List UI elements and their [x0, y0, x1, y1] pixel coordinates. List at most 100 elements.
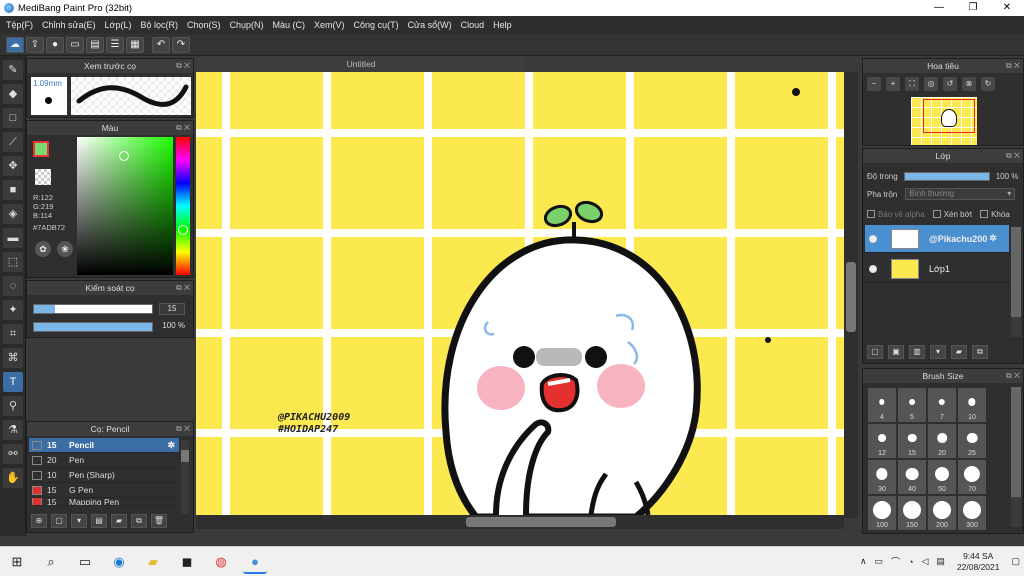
brush-size-option-300[interactable]: 300 [958, 496, 986, 530]
select-rect-icon[interactable]: ⬚ [3, 252, 23, 272]
layer-opacity-slider[interactable] [903, 171, 990, 181]
delete-icon[interactable]: 🗑 [151, 514, 167, 528]
duplicate-icon[interactable]: ⧉ [972, 345, 988, 359]
visibility-eye-icon[interactable] [869, 234, 877, 243]
brush-opacity-slider[interactable] [33, 322, 153, 332]
brush-size-option-5[interactable]: 5 [898, 388, 926, 422]
chrome-icon[interactable]: ◍ [209, 550, 233, 574]
drawing-canvas[interactable]: @PIKACHU2009 #HOIDAP247 [196, 72, 844, 515]
canvas-vertical-scrollbar[interactable] [844, 72, 858, 518]
taskbar-clock[interactable]: 9:44 SA 22/08/2021 [957, 551, 1000, 573]
brush-size-option-30[interactable]: 30 [868, 460, 896, 494]
magic-wand-icon[interactable]: ✦ [3, 300, 23, 320]
fit-icon[interactable]: ⛶ [905, 77, 919, 91]
brush-size-option-70[interactable]: 70 [958, 460, 986, 494]
layer-scrollbar[interactable] [1011, 227, 1021, 337]
brush-size-option-4[interactable]: 4 [868, 388, 896, 422]
foreground-color-swatch[interactable] [33, 141, 49, 157]
folder-icon[interactable]: ▰ [111, 514, 127, 528]
hue-slider[interactable] [176, 137, 190, 275]
undo-icon[interactable]: ↶ [152, 36, 170, 53]
brush-size-slider[interactable] [33, 304, 153, 314]
battery-icon[interactable]: ▭ [875, 556, 884, 567]
scrollbar-thumb[interactable] [466, 517, 616, 527]
scrollbar-thumb[interactable] [1011, 227, 1021, 317]
menu-color[interactable]: Màu (C) [271, 20, 313, 30]
panel-float-icon[interactable]: ⧉ ✕ [176, 59, 190, 73]
comment-icon[interactable]: ● [46, 36, 64, 53]
panel-float-icon[interactable]: ⧉ ✕ [1006, 149, 1020, 163]
panel-float-icon[interactable]: ⧉ ✕ [176, 422, 190, 436]
store-icon[interactable]: ◼ [175, 550, 199, 574]
rotate-left-icon[interactable]: ↺ [943, 77, 957, 91]
layer-item-layer1[interactable]: Lớp1 [865, 255, 1009, 283]
hand-tool-icon[interactable]: ✋ [3, 468, 23, 488]
new-halftone-layer-icon[interactable]: ▥ [909, 345, 925, 359]
scrollbar-thumb[interactable] [1011, 387, 1021, 497]
task-view-icon[interactable]: ▭ [73, 550, 97, 574]
notification-icon[interactable]: ▢ [1011, 556, 1020, 567]
volume-icon[interactable]: ◁ [922, 556, 929, 567]
menu-edit[interactable]: Chỉnh sửa(E) [40, 20, 103, 30]
list-icon[interactable]: ☰ [106, 36, 124, 53]
brush-size-option-200[interactable]: 200 [928, 496, 956, 530]
page-icon[interactable]: ▤ [86, 36, 104, 53]
brush-settings-icon[interactable]: ▤ [91, 514, 107, 528]
zoom-actual-icon[interactable]: ◎ [924, 77, 938, 91]
zoom-in-icon[interactable]: + [886, 77, 900, 91]
chevron-up-icon[interactable]: ∧ [860, 556, 867, 567]
add-layer-menu-icon[interactable]: ▾ [930, 345, 946, 359]
clipping-checkbox[interactable] [932, 210, 941, 218]
minimize-button[interactable]: — [922, 0, 956, 16]
lasso-icon[interactable]: ◌ [3, 276, 23, 296]
brush-size-option-10[interactable]: 10 [958, 388, 986, 422]
redo-icon[interactable]: ↷ [172, 36, 190, 53]
menu-view[interactable]: Xem(V) [312, 20, 352, 30]
lock-checkbox[interactable] [980, 210, 989, 218]
folder-icon[interactable]: ▰ [951, 345, 967, 359]
brush-item-pencil[interactable]: 15 Pencil ✲ [29, 438, 179, 453]
brush-item-g-pen[interactable]: 15 G Pen [29, 483, 179, 498]
shape-tool-icon[interactable]: □ [3, 108, 23, 128]
navigator-viewport[interactable] [923, 99, 975, 133]
eyedropper-alt-icon[interactable]: ⚯ [3, 444, 23, 464]
maximize-button[interactable]: ❐ [956, 0, 990, 16]
blend-mode-select[interactable]: Bình thường [905, 188, 1016, 200]
new-brush-icon[interactable]: ▢ [51, 514, 67, 528]
document-tab[interactable]: Untitled [196, 57, 526, 71]
move-tool-icon[interactable]: ✥ [3, 156, 23, 176]
rectangle-fill-icon[interactable]: ■ [3, 180, 23, 200]
language-icon[interactable]: ▤ [936, 556, 945, 567]
brush-tool-icon[interactable]: ✎ [3, 60, 23, 80]
gradient-tool-icon[interactable]: ▬ [3, 228, 23, 248]
select-eraser-icon[interactable]: ⌘ [3, 348, 23, 368]
chat-icon[interactable]: ▭ [66, 36, 84, 53]
network-icon[interactable]: ⌒ [891, 555, 900, 568]
brush-size-option-50[interactable]: 50 [928, 460, 956, 494]
brush-size-option-25[interactable]: 25 [958, 424, 986, 458]
menu-help[interactable]: Help [491, 20, 519, 30]
transparent-color-swatch[interactable] [35, 169, 51, 185]
search-icon[interactable]: ⌕ [39, 550, 63, 574]
visibility-eye-icon[interactable] [869, 264, 877, 273]
menu-snap[interactable]: Chụp(N) [228, 20, 271, 30]
scrollbar-thumb[interactable] [181, 450, 189, 462]
brush-size-option-7[interactable]: 7 [928, 388, 956, 422]
menu-file[interactable]: Tệp(F) [4, 20, 40, 30]
operation-tool-icon[interactable]: ⚲ [3, 396, 23, 416]
wifi-icon[interactable]: ◔ [908, 557, 913, 567]
layer-item-pikachu[interactable]: @Pikachu200 ✲ [865, 225, 1009, 253]
scrollbar-thumb[interactable] [846, 262, 856, 332]
brush-size-option-40[interactable]: 40 [898, 460, 926, 494]
add-brush-icon[interactable]: ⊕ [31, 514, 47, 528]
panel-float-icon[interactable]: ⧉ ✕ [176, 121, 190, 135]
gear-icon[interactable]: ✲ [989, 233, 997, 244]
brush-item-mapping-pen[interactable]: 15 Mapping Pen [29, 498, 179, 506]
menu-select[interactable]: Chọn(S) [185, 20, 228, 30]
hue-slider-cursor[interactable] [178, 225, 188, 235]
brush-size-option-12[interactable]: 12 [868, 424, 896, 458]
close-button[interactable]: ✕ [990, 0, 1024, 16]
panel-float-icon[interactable]: ⧉ ✕ [1006, 369, 1020, 383]
grid-icon[interactable]: ▦ [126, 36, 144, 53]
cloud-icon[interactable]: ☁ [6, 36, 24, 53]
